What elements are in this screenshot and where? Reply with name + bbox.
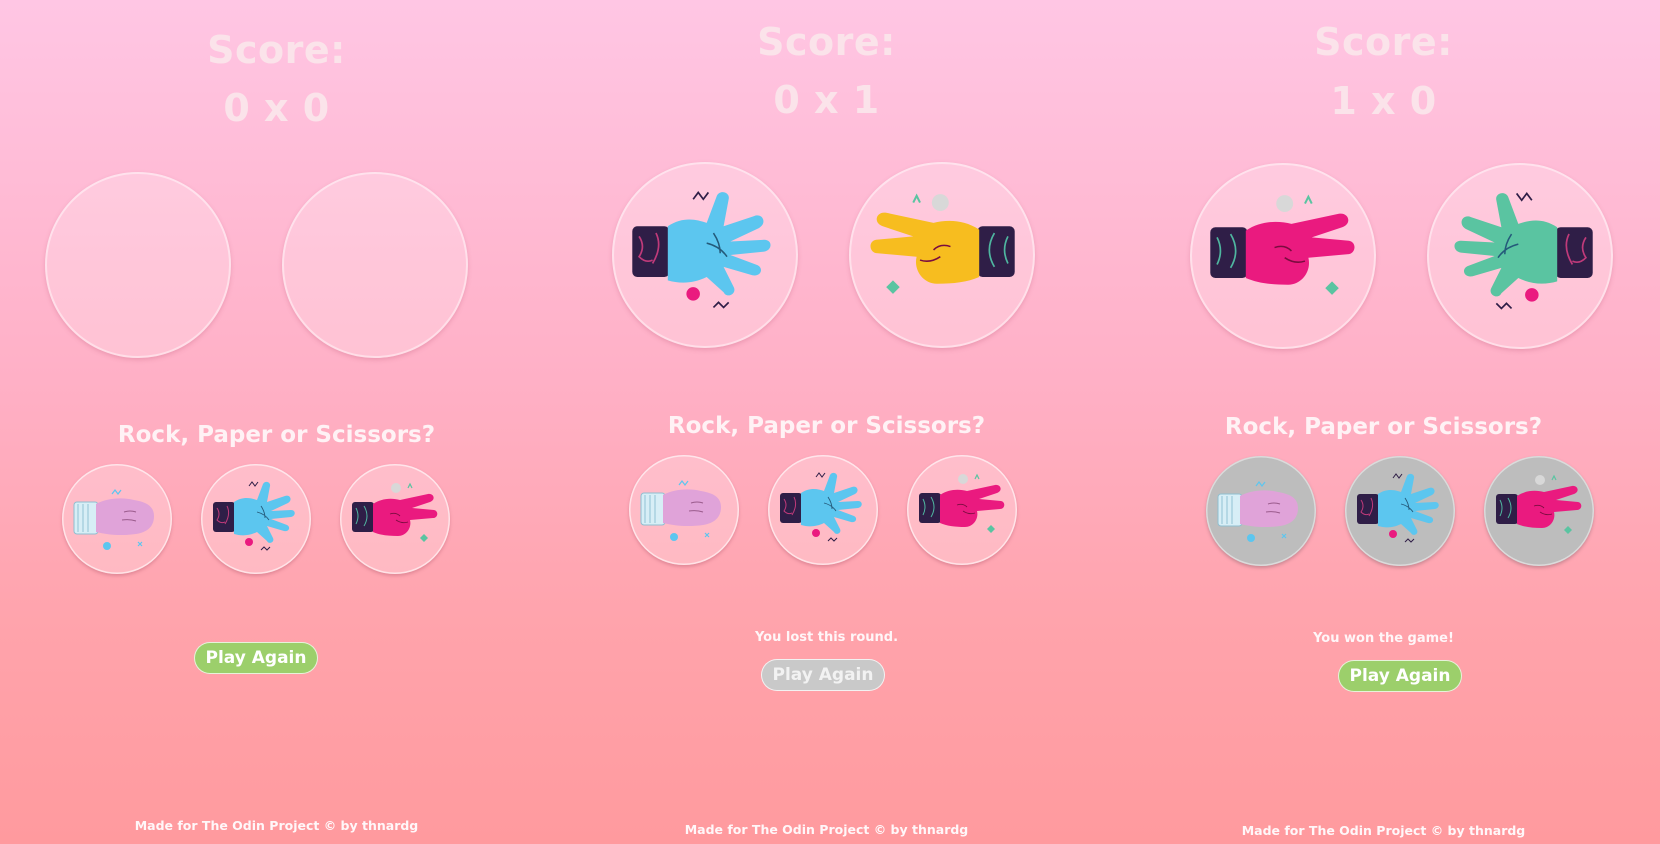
paper-choice-button[interactable] — [1345, 456, 1455, 566]
play-again-button[interactable]: Play Again — [1338, 660, 1462, 692]
round-status: You lost this round. — [754, 630, 899, 645]
player-hand-circle — [1190, 163, 1376, 349]
paper-hand-icon — [780, 472, 862, 542]
computer-hand-circle — [849, 162, 1035, 348]
game-panel-2: Score: 0 x 1 Rock, Paper or Scissors? Yo… — [550, 0, 1103, 844]
paper-choice-button[interactable] — [768, 455, 878, 565]
scissors-choice-button[interactable] — [340, 464, 450, 574]
footer-credit: Made for The Odin Project © by thnardg — [134, 818, 419, 833]
player-hand-circle — [45, 172, 231, 358]
scissors-hand-icon — [919, 473, 1005, 533]
choice-prompt: Rock, Paper or Scissors? — [117, 422, 436, 448]
paper-choice-button[interactable] — [201, 464, 311, 574]
computer-hand-circle — [282, 172, 468, 358]
game-panel-3: Score: 1 x 0 Rock, Paper or Scissors? Yo… — [1107, 0, 1660, 844]
rock-choice-button[interactable] — [1206, 456, 1316, 566]
rock-choice-button[interactable] — [629, 455, 739, 565]
game-panel-1: Score: 0 x 0 Rock, Paper or Scissors? Pl… — [0, 0, 553, 844]
rock-hand-icon — [1217, 481, 1298, 542]
scissors-choice-button[interactable] — [1484, 456, 1594, 566]
score-title: Score: — [207, 28, 346, 72]
rock-hand-icon — [640, 480, 721, 541]
paper-hand-icon — [632, 191, 771, 309]
scissors-hand-icon — [1496, 474, 1582, 534]
paper-hand-icon — [1454, 192, 1593, 310]
computer-hand-circle — [1427, 163, 1613, 349]
score-value: 1 x 0 — [1330, 79, 1437, 123]
choice-prompt: Rock, Paper or Scissors? — [667, 413, 986, 439]
play-again-button[interactable]: Play Again — [194, 642, 318, 674]
score-title: Score: — [757, 20, 896, 64]
scissors-hand-icon — [352, 482, 438, 542]
footer-credit: Made for The Odin Project © by thnardg — [1241, 823, 1526, 838]
score-value: 0 x 0 — [223, 86, 330, 130]
scissors-hand-icon — [1210, 194, 1355, 295]
scissors-choice-button[interactable] — [907, 455, 1017, 565]
rock-hand-icon — [73, 489, 154, 550]
score-value: 0 x 1 — [773, 78, 880, 122]
player-hand-circle — [612, 162, 798, 348]
scissors-hand-icon — [870, 193, 1015, 294]
play-again-button[interactable]: Play Again — [761, 659, 885, 691]
choice-prompt: Rock, Paper or Scissors? — [1224, 414, 1543, 440]
score-title: Score: — [1314, 20, 1453, 64]
paper-hand-icon — [213, 481, 295, 551]
paper-hand-icon — [1357, 473, 1439, 543]
rock-choice-button[interactable] — [62, 464, 172, 574]
game-status: You won the game! — [1313, 631, 1454, 646]
footer-credit: Made for The Odin Project © by thnardg — [684, 822, 969, 837]
